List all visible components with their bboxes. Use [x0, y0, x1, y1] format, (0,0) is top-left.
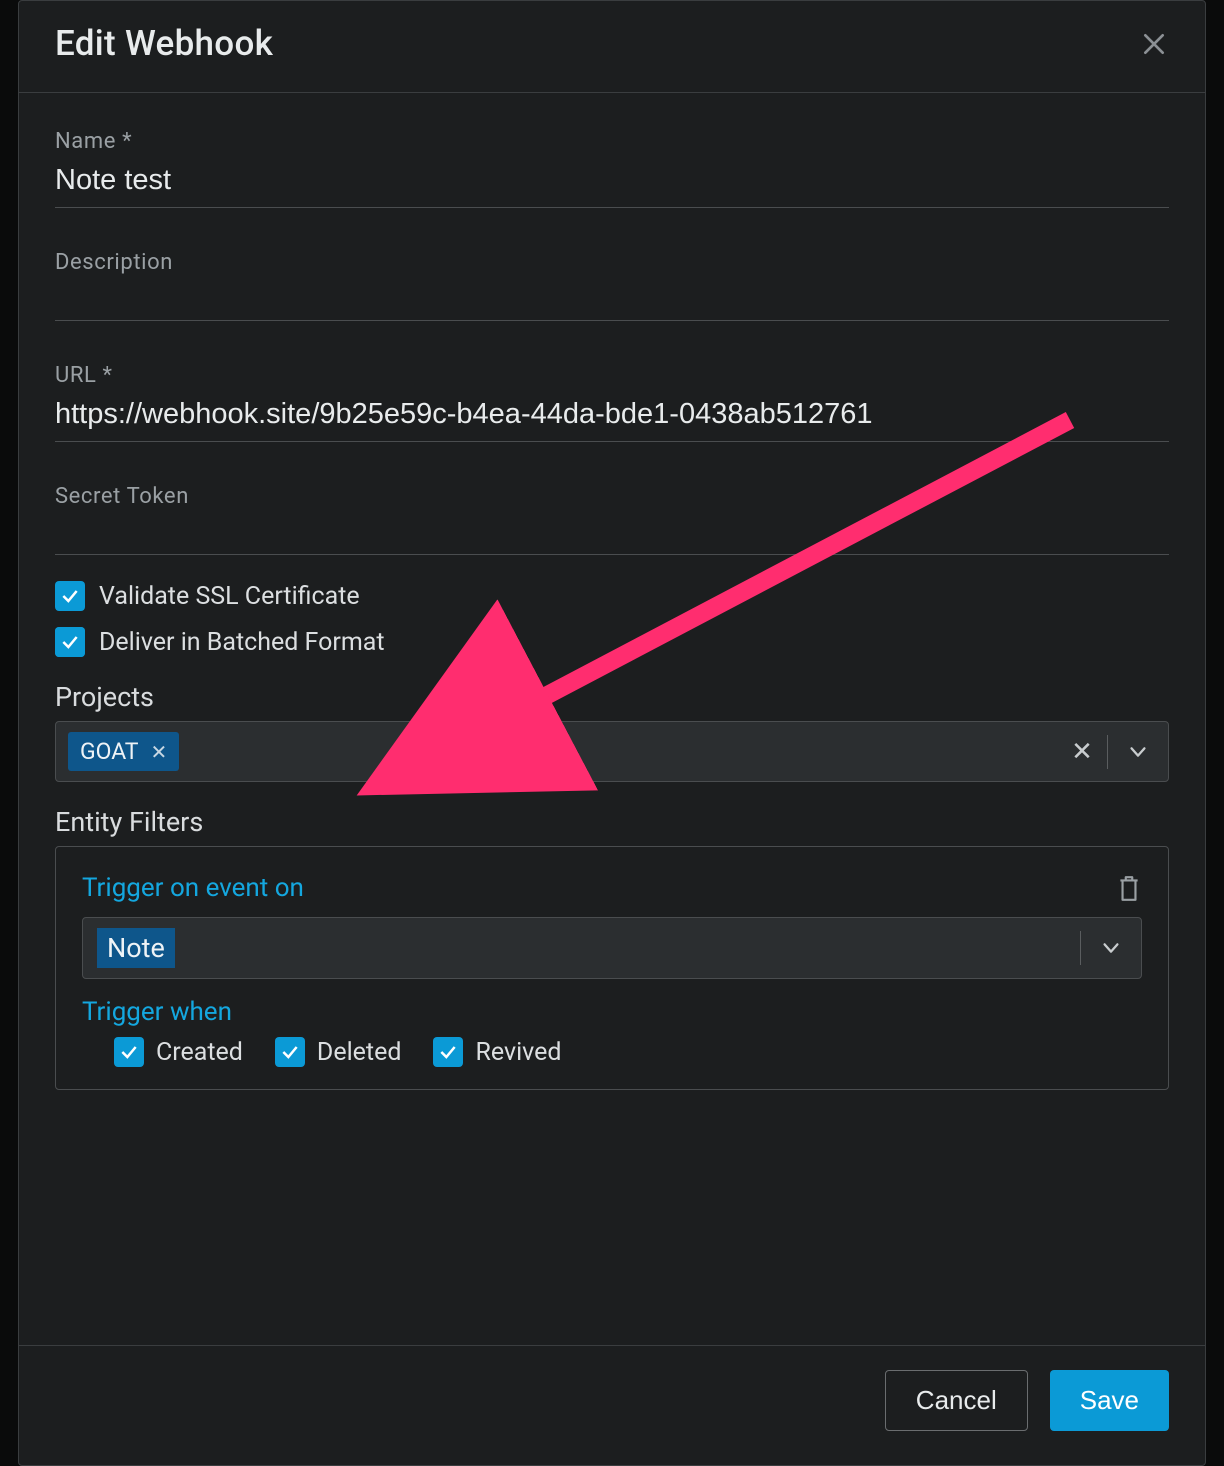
project-chip: GOAT ✕	[68, 732, 179, 771]
trigger-deleted-item: Deleted	[275, 1037, 402, 1067]
validate-ssl-label: Validate SSL Certificate	[99, 582, 360, 611]
dialog-footer: Cancel Save	[19, 1345, 1205, 1465]
batched-format-row: Deliver in Batched Format	[55, 627, 1169, 657]
name-input[interactable]	[55, 160, 1169, 208]
url-input[interactable]	[55, 394, 1169, 442]
select-divider	[1080, 931, 1081, 965]
dialog-title: Edit Webhook	[55, 23, 273, 64]
validate-ssl-checkbox[interactable]	[55, 581, 85, 611]
entity-filter-header: Trigger on event on	[82, 873, 1142, 903]
validate-ssl-row: Validate SSL Certificate	[55, 581, 1169, 611]
projects-clear-icon[interactable]: ✕	[1065, 737, 1099, 767]
entity-select[interactable]: Note	[82, 917, 1142, 979]
save-button[interactable]: Save	[1050, 1370, 1169, 1431]
entity-filters-label: Entity Filters	[55, 806, 1169, 838]
secret-token-input[interactable]	[55, 515, 1169, 555]
field-secret-token: Secret Token	[55, 484, 1169, 555]
trigger-revived-item: Revived	[433, 1037, 561, 1067]
url-label: URL *	[55, 363, 1169, 388]
dialog-body: Name * Description URL * Secret Token Va…	[19, 93, 1205, 1345]
project-chip-remove-icon[interactable]: ✕	[151, 740, 168, 764]
trigger-created-item: Created	[114, 1037, 243, 1067]
description-label: Description	[55, 250, 1169, 275]
entity-filter-box: Trigger on event on Note Trigger when Cr…	[55, 846, 1169, 1090]
trigger-when-row: Created Deleted Revived	[82, 1037, 1142, 1067]
field-url: URL *	[55, 363, 1169, 442]
field-name: Name *	[55, 129, 1169, 208]
trigger-on-label: Trigger on event on	[82, 873, 304, 903]
dialog-header: Edit Webhook	[19, 1, 1205, 93]
field-description: Description	[55, 250, 1169, 321]
projects-select[interactable]: GOAT ✕ ✕	[55, 721, 1169, 782]
trigger-revived-label: Revived	[475, 1038, 561, 1067]
project-chip-label: GOAT	[80, 738, 139, 765]
trigger-deleted-checkbox[interactable]	[275, 1037, 305, 1067]
trigger-deleted-label: Deleted	[317, 1038, 402, 1067]
projects-caret-icon[interactable]	[1116, 741, 1160, 763]
trigger-created-checkbox[interactable]	[114, 1037, 144, 1067]
trash-icon[interactable]	[1116, 874, 1142, 902]
trigger-when-label: Trigger when	[82, 997, 1142, 1027]
description-input[interactable]	[55, 281, 1169, 321]
name-label: Name *	[55, 129, 1169, 154]
cancel-button[interactable]: Cancel	[885, 1370, 1028, 1431]
batched-format-checkbox[interactable]	[55, 627, 85, 657]
select-divider	[1107, 735, 1108, 769]
projects-label: Projects	[55, 681, 1169, 713]
trigger-revived-checkbox[interactable]	[433, 1037, 463, 1067]
batched-format-label: Deliver in Batched Format	[99, 628, 385, 657]
trigger-created-label: Created	[156, 1038, 243, 1067]
entity-value: Note	[97, 928, 175, 968]
edit-webhook-dialog: Edit Webhook Name * Description URL * Se…	[18, 0, 1206, 1466]
entity-caret-icon[interactable]	[1089, 937, 1133, 959]
secret-token-label: Secret Token	[55, 484, 1169, 509]
close-icon[interactable]	[1139, 29, 1169, 59]
